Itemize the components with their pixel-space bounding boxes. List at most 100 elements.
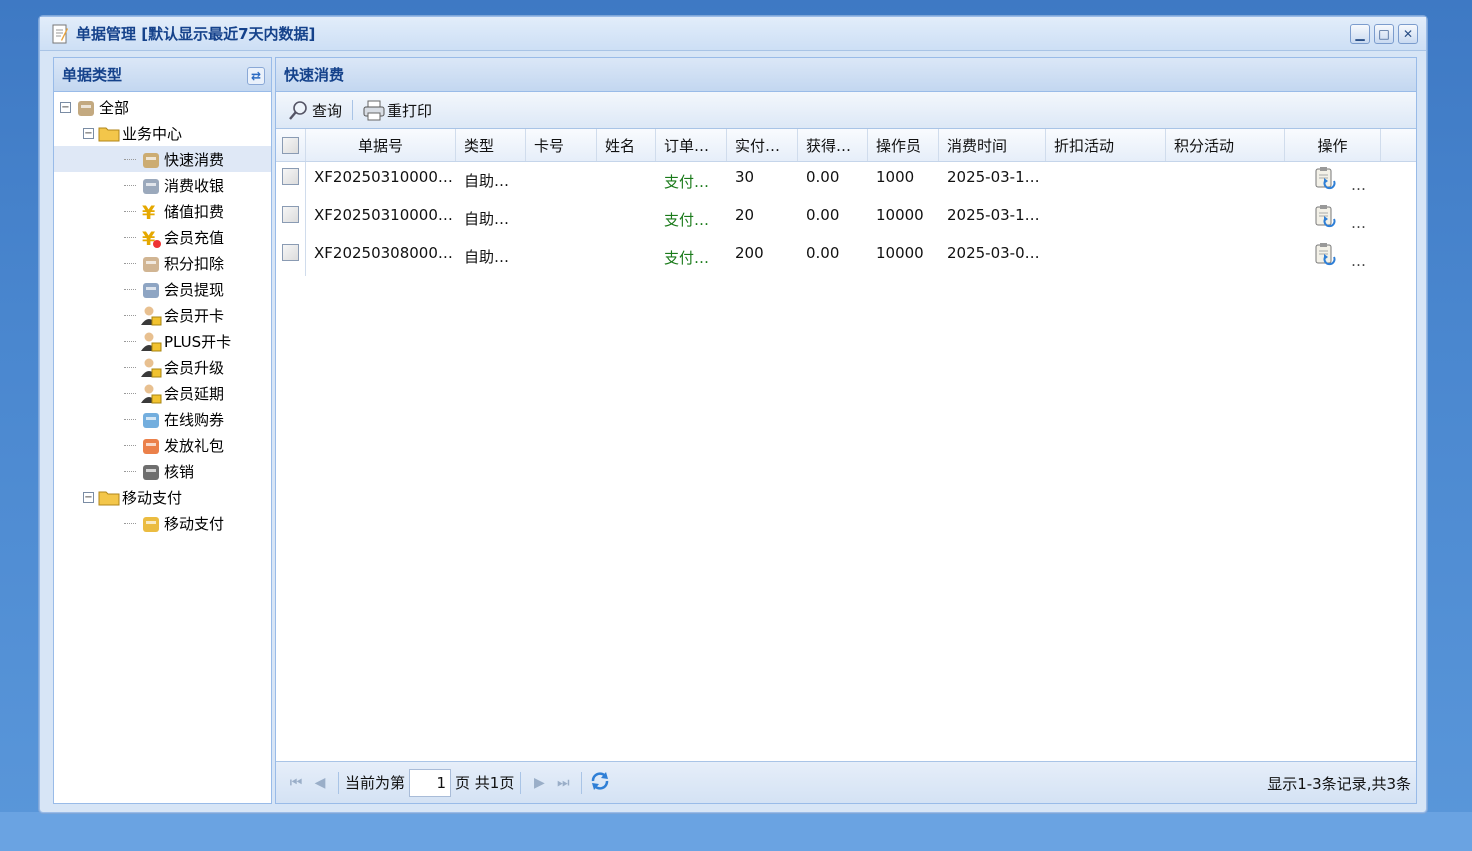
row-checkbox[interactable] (282, 168, 299, 185)
user-extend-icon (140, 383, 162, 404)
close-button[interactable]: ✕ (1398, 24, 1418, 44)
tree-item[interactable]: ¥ 储值扣费 (54, 198, 271, 224)
bill-type-panel-title: 单据类型 (62, 66, 123, 84)
table-row[interactable]: XF20250310000… 自助… 支付… 20 0.00 10000 2025-03-1… (276, 200, 1416, 238)
reprint-button[interactable]: 重打印 (357, 97, 438, 123)
minimize-button[interactable]: ▁ (1350, 24, 1370, 44)
column-header-time[interactable]: 消费时间 (939, 129, 1046, 161)
column-header-bill-no[interactable]: 单据号 (306, 129, 456, 161)
collapse-icon[interactable]: − (83, 127, 94, 139)
tree-connector (124, 444, 136, 446)
next-page-button[interactable]: ▶ (527, 771, 551, 795)
tree-item[interactable]: 会员升级 (54, 354, 271, 380)
column-header-name[interactable]: 姓名 (597, 129, 656, 161)
svg-text:¥: ¥ (142, 228, 155, 249)
bill-no-cell: XF20250310000… (314, 168, 453, 186)
tree-item[interactable]: − 业务中心 (54, 120, 271, 146)
operator-cell: 1000 (876, 168, 915, 186)
paid-cell: 20 (735, 206, 755, 224)
tree-item[interactable]: 消费收银 (54, 172, 271, 198)
column-header-paid[interactable]: 实付… (727, 129, 798, 161)
tree-item-label: 积分扣除 (164, 254, 225, 273)
column-header-card-no[interactable]: 卡号 (526, 129, 597, 161)
grid-body: XF20250310000… 自助… 支付… 30 0.00 1000 2025-03-1…… (276, 162, 1416, 276)
view-bill-icon[interactable] (1313, 166, 1337, 190)
tree-item[interactable]: − 移动支付 (54, 484, 271, 510)
tree-item-label: 核销 (164, 462, 195, 481)
table-row[interactable]: XF20250308000… 自助… 支付… 200 0.00 10000 2025-03-… (276, 238, 1416, 276)
collapse-icon[interactable]: − (83, 491, 94, 503)
discount-cell (1046, 200, 1166, 238)
tree-item[interactable]: 移动支付 (54, 510, 271, 536)
tree-item[interactable]: PLUS开卡 (54, 328, 271, 354)
more-actions-text[interactable]: … (1351, 204, 1366, 232)
column-header-type[interactable]: 类型 (456, 129, 526, 161)
collapse-icon[interactable]: − (60, 101, 71, 113)
tree-item-label: 业务中心 (122, 124, 183, 143)
view-bill-icon[interactable] (1313, 242, 1337, 266)
tree-item-label: 会员开卡 (164, 306, 225, 325)
tree-connector (124, 210, 136, 212)
tree-item[interactable]: 快速消费 (54, 146, 271, 172)
tree-item[interactable]: − 全部 (54, 94, 271, 120)
select-all-checkbox[interactable] (282, 136, 299, 154)
row-select-cell (276, 162, 306, 200)
tree-item[interactable]: 会员开卡 (54, 302, 271, 328)
tree-item-label: 移动支付 (122, 488, 183, 507)
last-page-button[interactable]: ⏭ (551, 771, 575, 795)
tree-connector (124, 288, 136, 290)
table-row[interactable]: XF20250310000… 自助… 支付… 30 0.00 1000 2025-03-1…… (276, 162, 1416, 200)
tree-connector (124, 184, 136, 186)
tree-item[interactable]: 核销 (54, 458, 271, 484)
laptop-icon (140, 461, 160, 481)
maximize-button[interactable]: □ (1374, 24, 1394, 44)
tree-connector (124, 158, 136, 160)
points-icon (140, 253, 160, 273)
column-header-actions[interactable]: 操作 (1285, 129, 1381, 161)
column-header-points[interactable]: 积分活动 (1166, 129, 1285, 161)
more-actions-text[interactable]: … (1351, 166, 1366, 194)
earned-cell: 0.00 (806, 244, 840, 262)
card-no-cell (526, 200, 597, 238)
column-header-order[interactable]: 订单… (656, 129, 727, 161)
prev-page-button[interactable]: ◀ (308, 771, 332, 795)
tree-item[interactable]: 积分扣除 (54, 250, 271, 276)
svg-text:¥: ¥ (142, 202, 155, 223)
first-page-button[interactable]: ⏮ (284, 771, 308, 795)
prev-page-icon: ◀ (314, 774, 326, 791)
view-bill-icon[interactable] (1313, 204, 1337, 228)
tree-item[interactable]: 会员延期 (54, 380, 271, 406)
search-icon (288, 99, 310, 121)
actions-cell: … (1285, 162, 1381, 200)
refresh-grid-button[interactable] (588, 771, 612, 795)
window-title-bar[interactable]: 单据管理 [默认显示最近7天内数据] ▁ □ ✕ (40, 17, 1426, 51)
last-page-icon: ⏭ (557, 774, 570, 791)
gift-icon (140, 435, 160, 455)
paid-cell: 200 (735, 244, 764, 262)
query-button[interactable]: 查询 (282, 97, 348, 123)
tree-item-label: 快速消费 (164, 150, 225, 169)
user-upgrade-icon (140, 357, 162, 378)
tree-refresh-button[interactable]: ⇄ (247, 67, 265, 85)
row-checkbox[interactable] (282, 244, 299, 261)
bill-type-tree: − 全部 − 业务中心 快速消费 消费收银 ¥ 储值扣费 ¥ 会员充值 积分扣除 会员提现 会员开卡 PL… (54, 92, 271, 536)
row-checkbox[interactable] (282, 206, 299, 223)
pager-separator (338, 771, 339, 794)
tree-item[interactable]: 会员提现 (54, 276, 271, 302)
query-label: 查询 (312, 101, 343, 120)
tree-item[interactable]: ¥ 会员充值 (54, 224, 271, 250)
page-number-input[interactable]: 1 (409, 768, 452, 797)
bill-type-panel-header: 单据类型 ⇄ (54, 58, 271, 92)
tree-connector (124, 314, 136, 316)
next-page-icon: ▶ (533, 774, 545, 791)
tree-item[interactable]: 发放礼包 (54, 432, 271, 458)
column-header-earned[interactable]: 获得… (798, 129, 868, 161)
column-header-operator[interactable]: 操作员 (868, 129, 939, 161)
tree-item-label: 储值扣费 (164, 202, 225, 221)
order-cell: 支付… (664, 173, 710, 191)
tree-item[interactable]: 在线购券 (54, 406, 271, 432)
name-cell (597, 200, 656, 238)
column-header-discount[interactable]: 折扣活动 (1046, 129, 1166, 161)
user-plus-card-icon (140, 331, 162, 352)
more-actions-text[interactable]: … (1351, 242, 1366, 270)
